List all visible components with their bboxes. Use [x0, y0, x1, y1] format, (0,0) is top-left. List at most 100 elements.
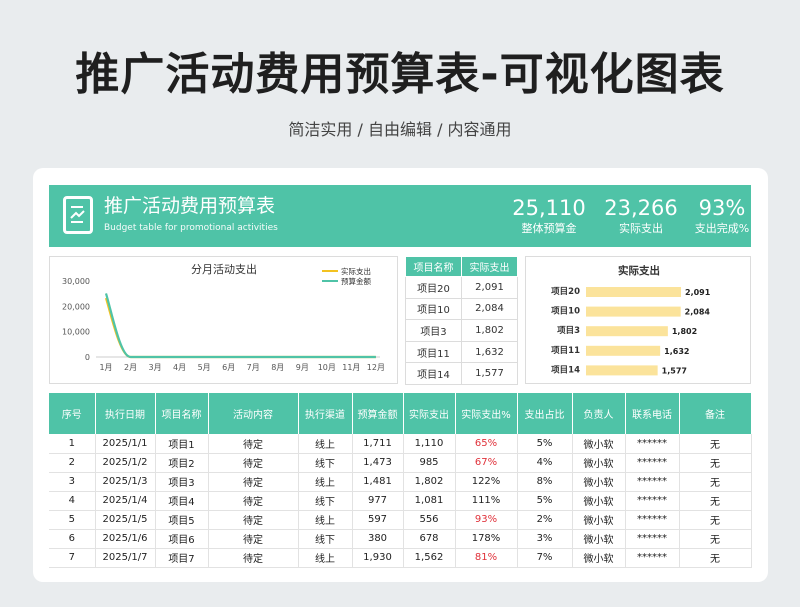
top-projects-bar-chart: 实际支出 项目20 2,091 项目10 2,084 项目3 1,802 项目11 1,632 项… — [525, 256, 751, 384]
bar — [586, 287, 681, 297]
banner-subtitle: Budget table for promotional activities — [104, 223, 278, 233]
top-projects-table: 项目名称 实际支出 项目20 2,091 项目10 2,084 项目3 1,802 项目11… — [405, 256, 518, 385]
table-cell: 线上 — [298, 434, 353, 454]
table-cell: 678 — [403, 529, 456, 549]
table-cell: 微小软 — [572, 472, 626, 492]
table-cell: 项目1 — [155, 434, 209, 454]
table-cell: 4% — [517, 453, 573, 473]
table-cell: 1,473 — [352, 453, 404, 473]
table-cell: 无 — [679, 491, 752, 511]
legend-label: 实际支出 — [341, 266, 371, 276]
table-row: 项目3 1,802 — [405, 319, 518, 342]
table-cell: 93% — [455, 510, 518, 530]
bar-value-label: 2,084 — [685, 308, 711, 317]
table-cell: 2025/1/1 — [95, 434, 156, 454]
table-cell: 2025/1/4 — [95, 491, 156, 511]
table-cell: 3% — [517, 529, 573, 549]
table-cell: 待定 — [208, 434, 299, 454]
stat-actual-spend: 23,266 实际支出 — [596, 195, 686, 237]
bar — [586, 365, 658, 376]
column-header: 执行渠道 — [298, 393, 353, 434]
table-row: 项目11 1,632 — [405, 340, 518, 364]
actual-spend-cell: 2,084 — [461, 297, 518, 321]
column-header: 预算金额 — [352, 393, 404, 434]
column-header: 联系电话 — [625, 393, 680, 434]
table-cell: 122% — [455, 472, 518, 492]
bar — [586, 306, 681, 317]
table-cell: 项目4 — [155, 491, 209, 511]
table-cell: 1,802 — [403, 472, 456, 492]
column-header: 项目名称 — [155, 393, 209, 434]
table-row: 项目14 1,577 — [405, 362, 518, 385]
table-cell: 微小软 — [572, 434, 626, 454]
monthly-spend-chart: 分月活动支出 0 10,000 20,000 30,000 1月 2月 3月 4月 5月 6月 7月 8… — [49, 256, 398, 384]
actual-spend-cell: 2,091 — [461, 276, 518, 299]
table-cell: 2025/1/3 — [95, 472, 156, 492]
chart-title: 分月活动支出 — [191, 262, 257, 276]
x-tick-label: 5月 — [198, 363, 211, 372]
column-header: 项目名称 — [405, 256, 462, 277]
column-header: 实际支出% — [455, 393, 518, 434]
table-cell: 无 — [679, 529, 752, 549]
stat-label: 整体预算金 — [521, 222, 577, 235]
x-tick-label: 9月 — [296, 363, 309, 372]
stat-label: 实际支出 — [619, 222, 663, 235]
table-cell: 81% — [455, 548, 518, 568]
table-cell: 项目3 — [155, 472, 209, 492]
bar-value-label: 1,632 — [664, 347, 689, 356]
bar-category-label: 项目11 — [551, 346, 580, 356]
column-header: 备注 — [679, 393, 752, 434]
stat-completion: 93% 支出完成% — [677, 195, 767, 237]
table-row: 6 2025/1/6 项目6 待定 线下 380 678 178% 3% 微小软 ****** 无 — [49, 529, 752, 549]
table-cell: 6 — [49, 529, 96, 549]
table-cell: ****** — [625, 491, 680, 511]
table-cell: 线上 — [298, 472, 353, 492]
bar — [586, 345, 661, 356]
column-header: 活动内容 — [208, 393, 299, 434]
table-cell: 67% — [455, 453, 518, 473]
page-title: 推广活动费用预算表-可视化图表 — [75, 49, 725, 100]
dashboard-card: 推广活动费用预算表 Budget table for promotional a… — [33, 168, 768, 582]
table-cell: 待定 — [208, 529, 299, 549]
stat-value: 93% — [698, 196, 746, 220]
banner-title: 推广活动费用预算表 — [104, 195, 276, 217]
table-cell: 2025/1/2 — [95, 453, 156, 473]
x-tick-label: 8月 — [271, 363, 284, 372]
x-tick-label: 4月 — [173, 363, 186, 372]
table-cell: 8% — [517, 472, 573, 492]
table-cell: 1,711 — [352, 434, 404, 454]
table-row: 1 2025/1/1 项目1 待定 线上 1,711 1,110 65% 5% 微小软 ******… — [49, 434, 752, 454]
table-cell: 线下 — [298, 491, 353, 511]
table-cell: 无 — [679, 510, 752, 530]
table-cell: 2% — [517, 510, 573, 530]
table-row: 5 2025/1/5 项目5 待定 线上 597 556 93% 2% 微小软 ****** 无 — [49, 510, 752, 530]
table-row: 3 2025/1/3 项目3 待定 线上 1,481 1,802 122% 8% 微小软 *****… — [49, 472, 752, 492]
table-cell: 项目5 — [155, 510, 209, 530]
table-row: 项目10 2,084 — [405, 297, 518, 321]
table-cell: 5% — [517, 434, 573, 454]
table-cell: 1,481 — [352, 472, 404, 492]
table-cell: 5% — [517, 491, 573, 511]
budget-table: 序号 执行日期 项目名称 活动内容 执行渠道 预算金额 实际支出 实际支出% 支出占比 负责人 联系… — [49, 393, 752, 568]
stat-label: 支出完成% — [694, 222, 750, 235]
x-tick-label: 2月 — [124, 363, 137, 372]
table-cell: 178% — [455, 529, 518, 549]
table-cell: 2025/1/7 — [95, 548, 156, 568]
project-name-cell: 项目20 — [405, 276, 462, 299]
table-cell: 待定 — [208, 510, 299, 530]
table-cell: 项目6 — [155, 529, 209, 549]
table-cell: 977 — [352, 491, 404, 511]
table-cell: ****** — [625, 548, 680, 568]
table-cell: 微小软 — [572, 453, 626, 473]
table-cell: 985 — [403, 453, 456, 473]
y-tick-label: 20,000 — [62, 302, 90, 311]
table-cell: 微小软 — [572, 548, 626, 568]
table-cell: 2 — [49, 453, 96, 473]
bar-category-label: 项目10 — [551, 307, 580, 317]
table-cell: 1,081 — [403, 491, 456, 511]
legend-label: 预算金额 — [341, 276, 371, 286]
table-cell: 无 — [679, 472, 752, 492]
column-header: 支出占比 — [517, 393, 573, 434]
table-row: 4 2025/1/4 项目4 待定 线下 977 1,081 111% 5% 微小软 ****** 无 — [49, 491, 752, 511]
x-tick-label: 10月 — [318, 363, 336, 372]
